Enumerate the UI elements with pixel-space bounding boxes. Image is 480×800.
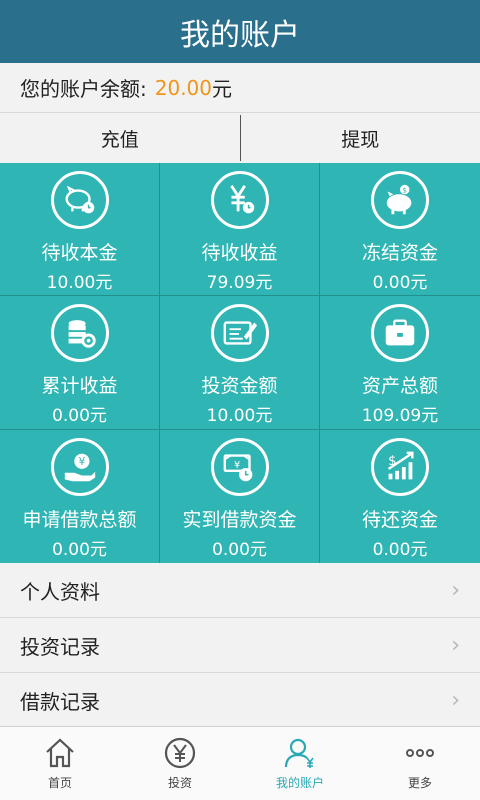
tab-label: 首页 bbox=[47, 776, 72, 790]
money-clock-icon: ¥ bbox=[210, 438, 269, 496]
menu-item-label: 借款记录 bbox=[20, 689, 100, 714]
tile-label: 申请借款总额 bbox=[22, 509, 137, 531]
balance-amount: 20.00 bbox=[154, 75, 213, 100]
tile-value: 0.00元 bbox=[52, 540, 107, 560]
tile-value: 79.09元 bbox=[206, 273, 273, 293]
menu-item-investment-records[interactable]: 投资记录 › bbox=[0, 618, 480, 673]
tile-frozen-funds[interactable]: $ 冻结资金 0.00元 bbox=[320, 163, 480, 295]
tile-funds-to-repay[interactable]: $ 待还资金 0.00元 bbox=[320, 430, 480, 563]
tab-invest[interactable]: 投资 bbox=[120, 727, 240, 800]
dollar-chart-icon: $ bbox=[371, 438, 429, 496]
tile-value: 0.00元 bbox=[372, 540, 428, 560]
briefcase-icon bbox=[371, 304, 429, 362]
menu-item-loan-records[interactable]: 借款记录 › bbox=[0, 673, 480, 728]
tab-label: 我的账户 bbox=[275, 776, 324, 790]
tile-value: 10.00元 bbox=[46, 273, 113, 293]
bottom-tab-bar: 首页 投资 我的账户 更多 bbox=[0, 726, 480, 800]
tab-label: 投资 bbox=[167, 776, 192, 790]
balance-bar: 您的账户余额: 20.00 元 bbox=[0, 63, 480, 113]
yen-clock-icon bbox=[210, 171, 269, 229]
tile-value: 0.00元 bbox=[52, 406, 107, 426]
tab-home[interactable]: 首页 bbox=[0, 727, 120, 800]
svg-text:¥: ¥ bbox=[78, 456, 85, 468]
hand-yen-icon: ¥ bbox=[50, 438, 109, 496]
recharge-button[interactable]: 充值 bbox=[0, 113, 240, 163]
piggy-clock-icon bbox=[50, 171, 109, 229]
tab-my-account[interactable]: 我的账户 bbox=[240, 727, 360, 800]
withdraw-button[interactable]: 提现 bbox=[241, 113, 480, 163]
tile-investment-amount[interactable]: 投资金额 10.00元 bbox=[160, 296, 319, 429]
tile-value: 10.00元 bbox=[206, 406, 273, 426]
svg-text:¥: ¥ bbox=[234, 460, 240, 471]
chevron-right-icon: › bbox=[451, 577, 460, 603]
user-yen-icon bbox=[284, 738, 314, 768]
tile-label: 投资金额 bbox=[201, 375, 278, 397]
tile-label: 实到借款资金 bbox=[182, 509, 297, 531]
tile-loan-applied-total[interactable]: ¥ 申请借款总额 0.00元 bbox=[0, 430, 159, 563]
tab-more[interactable]: 更多 bbox=[360, 727, 480, 800]
tile-label: 冻结资金 bbox=[361, 242, 438, 264]
page-title: 我的账户 bbox=[180, 17, 300, 53]
coins-gear-icon bbox=[50, 304, 109, 362]
account-menu: 个人资料 › 投资记录 › 借款记录 › bbox=[0, 563, 480, 728]
tile-pending-principal[interactable]: 待收本金 10.00元 bbox=[0, 163, 159, 295]
tile-label: 资产总额 bbox=[361, 375, 438, 397]
tab-label: 更多 bbox=[407, 776, 432, 790]
menu-item-profile[interactable]: 个人资料 › bbox=[0, 563, 480, 618]
tile-label: 累计收益 bbox=[41, 375, 118, 397]
tile-label: 待收收益 bbox=[201, 242, 278, 264]
account-summary-grid: 待收本金 10.00元 待收收益 79.09元 $ 冻结资金 0.00元 累计收… bbox=[0, 163, 480, 563]
menu-item-label: 投资记录 bbox=[20, 634, 100, 659]
svg-text:$: $ bbox=[403, 186, 407, 194]
tile-cumulative-earnings[interactable]: 累计收益 0.00元 bbox=[0, 296, 159, 429]
tile-pending-earnings[interactable]: 待收收益 79.09元 bbox=[160, 163, 319, 295]
balance-unit: 元 bbox=[212, 77, 233, 101]
balance-label: 您的账户余额: bbox=[20, 77, 147, 101]
piggy-coin-icon: $ bbox=[371, 171, 429, 229]
chevron-right-icon: › bbox=[451, 687, 460, 713]
tile-loan-received-funds[interactable]: ¥ 实到借款资金 0.00元 bbox=[160, 430, 319, 563]
tile-value: 0.00元 bbox=[212, 540, 267, 560]
tile-total-assets[interactable]: 资产总额 109.09元 bbox=[320, 296, 480, 429]
app-header: 我的账户 bbox=[0, 0, 480, 63]
tile-value: 109.09元 bbox=[361, 406, 439, 426]
chevron-right-icon: › bbox=[451, 632, 460, 658]
tile-label: 待收本金 bbox=[41, 242, 118, 264]
menu-item-label: 个人资料 bbox=[20, 579, 100, 604]
yen-circle-icon bbox=[164, 737, 196, 769]
document-pen-icon bbox=[210, 304, 269, 362]
home-icon bbox=[46, 738, 74, 768]
more-dots-icon bbox=[406, 749, 434, 757]
tile-value: 0.00元 bbox=[372, 273, 428, 293]
action-bar: 充值 提现 bbox=[0, 113, 480, 163]
tile-label: 待还资金 bbox=[361, 509, 438, 531]
